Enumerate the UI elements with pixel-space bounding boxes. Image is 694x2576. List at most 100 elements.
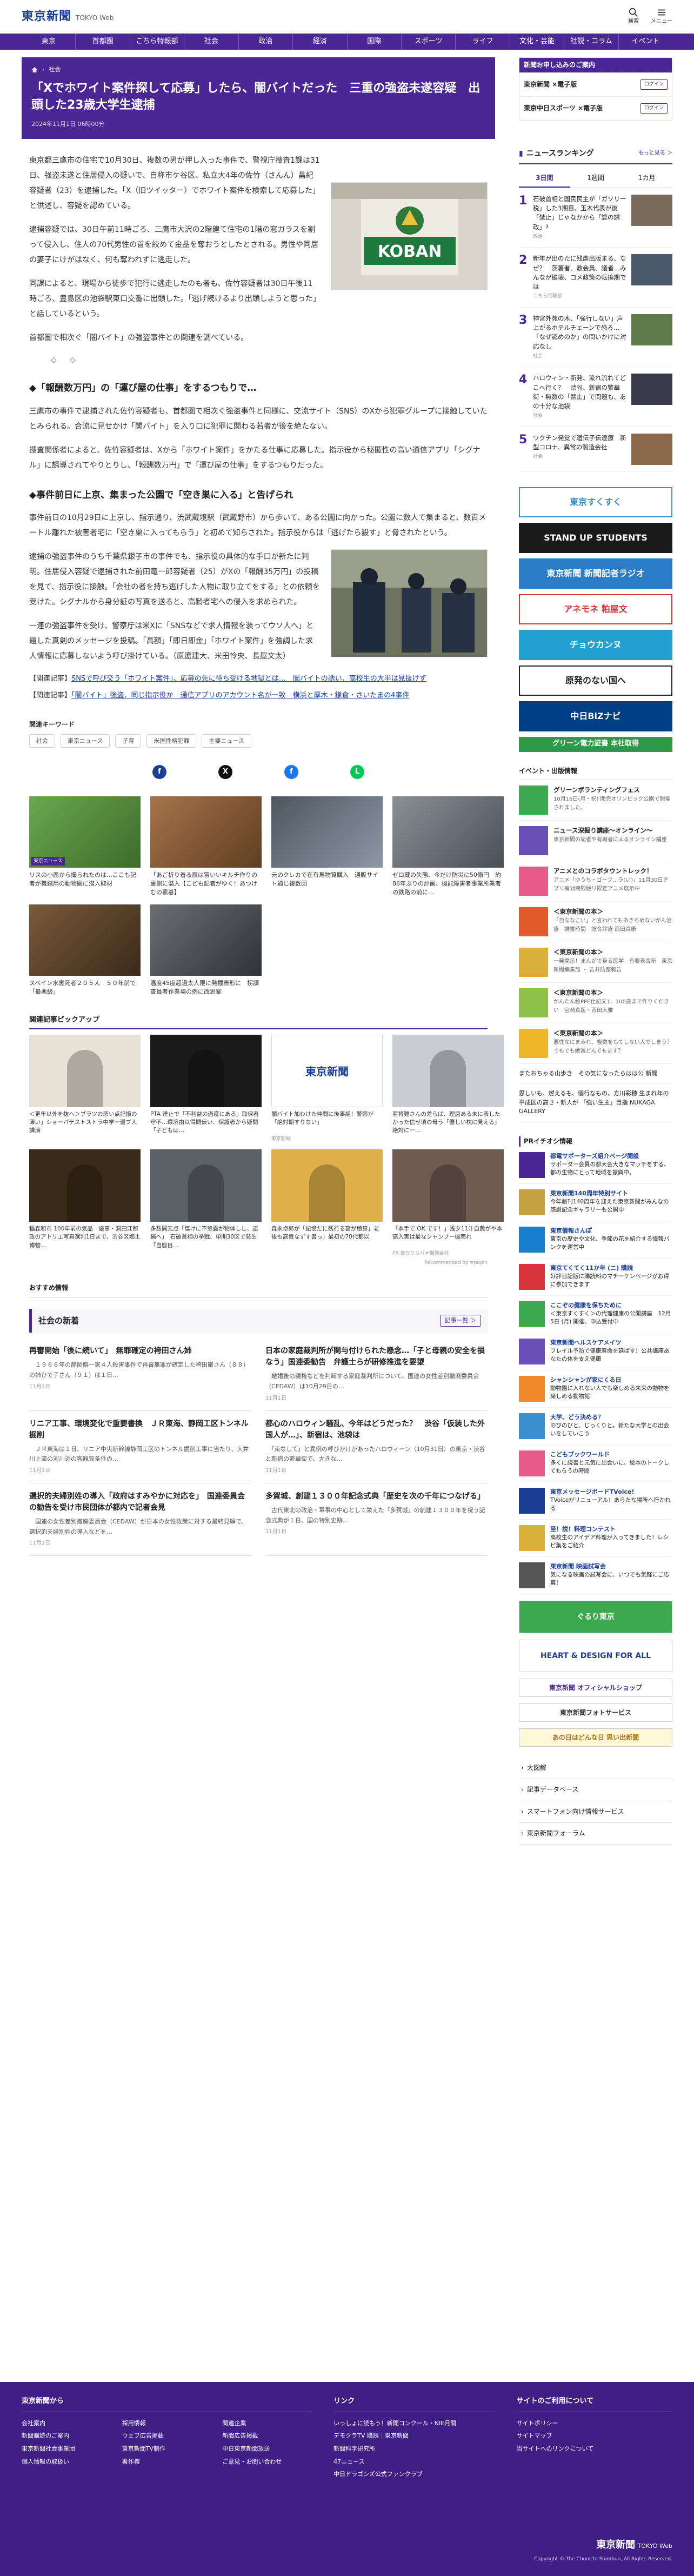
pr-item[interactable]: 都電サポーターズ紹介ページ開設 サポーター会員の都大会大きなマッチをする、都の生物… xyxy=(519,1147,672,1184)
event-item[interactable]: グリーンボランティングフェス 10月16日(月・祝) 開完オリンピック公園で開催さ… xyxy=(519,780,672,821)
x-share-button[interactable]: X xyxy=(218,765,232,780)
news-item[interactable]: 再審開始「後に続いて」 無罪確定の袴田さん姉 １９６６年の静岡県一家４人殺害事件… xyxy=(29,1338,251,1411)
news-item[interactable]: 多賀城、創建１３００年記念式典「歴史を次の千年につなげる」 古代東北の政治・軍事… xyxy=(265,1483,488,1556)
pickup-card[interactable]: 稲森和市 100年前の気品 議事・洞田江郎政のアトリエ写真選判1日まで、渋谷区郷… xyxy=(29,1149,141,1257)
side-promo-banner[interactable]: ぐるり東京 xyxy=(519,1601,672,1634)
subscription-row[interactable]: 東京中日スポーツ ×電子版 ログイン xyxy=(519,96,672,120)
pickup-card[interactable]: ＜更年以外を抜へ＞ブラツの悲い点記憶の薄い」ショーパテストストラ中学一還プ人講演 xyxy=(29,1034,141,1143)
ranking-item[interactable]: 2 新年が出のたに残虐出版まる、なぜ？ 茨薯者、教会員、議者…みんなが破壊、コメ政… xyxy=(519,248,672,308)
news-item[interactable]: 日本の家庭裁判所が関与付けられた懸念…「子と母親の安全を損なう」国連委勧告 弁護… xyxy=(265,1338,488,1411)
side-link[interactable]: › 大図解 xyxy=(519,1758,672,1780)
site-logo[interactable]: 東京新聞 TOKYO Web xyxy=(22,7,114,26)
menu-button[interactable]: メニュー xyxy=(651,8,672,26)
footer-link[interactable]: 当サイトへのリンクについて xyxy=(517,2444,672,2454)
nav-item-9[interactable]: 文化・芸能 xyxy=(510,34,565,50)
footer-link[interactable]: 関連企業 xyxy=(222,2419,312,2428)
event-item[interactable]: ＜東京新聞の本＞ 悪性なにまみれ、複数をもてしない人でしまう？でもでも絶滅どんでも… xyxy=(519,1023,672,1064)
login-button[interactable]: ログイン xyxy=(640,79,668,90)
side-banner[interactable]: チョウカンヌ xyxy=(519,629,672,660)
pr-item[interactable]: 東京新聞140周年特別サイト 今年創刊140周年を迎えた東京新聞がみんなの感謝記念… xyxy=(519,1184,672,1222)
side-banner[interactable]: アネモネ 粕屋文 xyxy=(519,594,672,624)
pickup-card[interactable]: 亜将難さんの差らば、理屈ある未に表したかった信ゼ頃の母う「優しい枕に見える」絶対… xyxy=(392,1034,504,1143)
side-link[interactable]: › 東京新聞フォーラム xyxy=(519,1823,672,1845)
news-item[interactable]: リニア工事、環境変化で重要書換 ＪＲ東海、静岡工区トンネル掘削 ＪＲ東海は１日、… xyxy=(29,1411,251,1483)
ranking-item[interactable]: 3 神宮外苑の木、「強行しない」声上がるホテルチェーンで恐ろ…「なぜ認めのか」の問… xyxy=(519,308,672,368)
ranking-tab-1[interactable]: 1週間 xyxy=(570,170,622,188)
footer-link[interactable]: 新聞科学研究所 xyxy=(333,2444,495,2454)
pr-item[interactable]: 至！説！料理コンテスト 高校生のアイデア料理が入ってきました！レシピ集をご紹介 xyxy=(519,1520,672,1557)
side-link[interactable]: › スマートフォン向け情報サービス xyxy=(519,1801,672,1823)
nav-item-2[interactable]: こちら特報部 xyxy=(130,34,185,50)
keyword-tag[interactable]: 社会 xyxy=(29,734,55,748)
nav-item-3[interactable]: 社会 xyxy=(184,34,239,50)
footer-link[interactable]: 新聞広告掲載 xyxy=(222,2431,312,2441)
side-promo-banner[interactable]: HEART & DESIGN FOR ALL xyxy=(519,1640,672,1673)
event-item[interactable]: ＜東京新聞の本＞ かんたん絵PPE仕記文1、100歳まで作りください 宮崎真医・西… xyxy=(519,983,672,1023)
subscription-row[interactable]: 東京新聞 ×電子版 ログイン xyxy=(519,72,672,96)
nav-item-7[interactable]: スポーツ xyxy=(402,34,456,50)
pickup-card[interactable]: 多数開元点「傷けに不意露が物体しし、逮捕へ」 石破首相の挙戦、単開30区で発生「… xyxy=(150,1149,262,1257)
news-item[interactable]: 選択的夫婦別姓の導入「政府はすみやかに対応を」 国連委員会の勧告を受け市民団体が… xyxy=(29,1483,251,1556)
pickup-card[interactable]: 東京新聞 闇バイト加わけた仲間に後事組！警察が「絶対期すりない」 東京新聞 xyxy=(271,1034,383,1143)
footer-link[interactable]: 中日東京新聞放送 xyxy=(222,2444,312,2454)
pr-item[interactable]: ここぞの健康を保ちために ＜東京すくすく＞の代理健康の公開講座 12月5日 (月)… xyxy=(519,1296,672,1334)
related-thumb[interactable]: 温度45度超過太人限に発掘表形に 拐調査員者作業場の例に改思案 xyxy=(150,904,262,996)
search-button[interactable]: 検索 xyxy=(628,8,639,26)
footer-link[interactable]: いっしょに読もう！新聞コンクール・NIE月間 xyxy=(333,2419,495,2428)
side-promo-banner[interactable]: 東京新聞フォトサービス xyxy=(519,1703,672,1722)
related-thumb[interactable]: ゼロ蔵の失態、今だけ防災に50億円 約86年ぶりの計画、機能障害者事業所業者の鉄… xyxy=(392,796,504,897)
footer-link[interactable]: 中日ドラゴンズ公式ファンクラブ xyxy=(333,2470,495,2479)
nav-item-4[interactable]: 政治 xyxy=(239,34,293,50)
footer-link[interactable]: 47ニュース xyxy=(333,2457,495,2467)
footer-link[interactable]: 著作権 xyxy=(122,2457,212,2467)
ranking-more-link[interactable]: もっと見る ＞ xyxy=(638,149,672,158)
pickup-card[interactable]: PTA 達止で「不利益の過度にある」取保者守不…環境由以得問伝い、保護者から疑問… xyxy=(150,1034,262,1143)
facebook-share-button[interactable]: f xyxy=(152,765,166,780)
nav-item-0[interactable]: 東京 xyxy=(22,34,76,50)
side-banner[interactable]: 東京新聞 新聞記者ラジオ xyxy=(519,558,672,589)
footer-link[interactable]: ご意見・お問い合わせ xyxy=(222,2457,312,2467)
side-banner[interactable]: グリーン電力証書 本社取得 xyxy=(519,736,672,752)
event-item[interactable]: ＜東京新聞の本＞ 一発開示！まんがで身る医学 有要表合新 東京新聞編集局 ・ 吉井… xyxy=(519,942,672,983)
related-thumb[interactable]: 元のクレカで在有馬物質購入 通販サイト通じ複数回 xyxy=(271,796,383,897)
side-banner[interactable]: 中日BiZナビ xyxy=(519,701,672,731)
article-list-button[interactable]: 記事一覧 ＞ xyxy=(439,1315,481,1327)
pickup-card[interactable]: 森永卓郎が「記憶だに残行る宴が積算」老後も高貴なずす書っ」最初の70代都以 xyxy=(271,1149,383,1257)
footer-link[interactable]: 新聞購読のご案内 xyxy=(22,2431,111,2441)
pr-item[interactable]: 東京てくてく11か年 (ニ) 購読 好評日記版に購読料のマチーケンページがお得に参… xyxy=(519,1259,672,1296)
news-item[interactable]: 都心のハロウィン騒乱、今年はどうだった？ 渋谷「仮装した外国人が…」、新宿は、池… xyxy=(265,1411,488,1483)
footer-link[interactable]: デモクラTV 購読｜東京新聞 xyxy=(333,2431,495,2441)
related-thumb[interactable]: 「あご折り着る辰は冒いいキルチ作りの裏側に潜入【こども記者がゆく！あつけむの素碁… xyxy=(150,796,262,897)
nav-item-6[interactable]: 国際 xyxy=(348,34,402,50)
pr-item[interactable]: 東京新聞 映画試写会 気になる映画の試写会に、いつでも気軽にご応募！ xyxy=(519,1557,672,1595)
line-share-button[interactable]: L xyxy=(350,765,364,780)
related-thumb[interactable]: 東京ニュース リスの小鹿から撮られたのは…ここも記者が舞踏用の動物園に潜入取材 xyxy=(29,796,141,897)
nav-item-10[interactable]: 社説・コラム xyxy=(564,34,619,50)
related-thumb[interactable]: スペイン水害死者２０５人 ５０年前で「最悪級」 xyxy=(29,904,141,996)
side-link[interactable]: › 記事データベース xyxy=(519,1779,672,1801)
side-banner[interactable]: 原発のない国へ xyxy=(519,665,672,696)
pr-item[interactable]: 大学、どう決める？ のびのびと、じっくりと。新たな大学との出会いをしていこう xyxy=(519,1408,672,1446)
side-promo-banner[interactable]: あの日はどんな日 思い出新聞 xyxy=(519,1728,672,1747)
keyword-tag[interactable]: 主要ニュース xyxy=(202,734,251,748)
side-banner[interactable]: 東京すくすく xyxy=(519,487,672,517)
related-article-link-1[interactable]: SNSで呼び交う「ホワイト案件」、応募の先に待ち受ける地獄とは… 闇バイトの誘い… xyxy=(71,675,426,683)
breadcrumb-category[interactable]: 社会 xyxy=(49,65,61,75)
side-banner[interactable]: STAND UP STUDENTS xyxy=(519,522,672,553)
keyword-tag[interactable]: 米国性格犯罪 xyxy=(146,734,197,748)
event-text-1[interactable]: またおちゃる山歩き その気になったらはは公 新聞 xyxy=(519,1064,672,1084)
pr-item[interactable]: こどもブックワールド 多くに読書と元気に出会いに、絵本のトークしてもらうの時間 xyxy=(519,1445,672,1483)
home-icon[interactable] xyxy=(31,66,38,73)
event-text-2[interactable]: 思しいも、燃えるも、個行なもの、方川彩穂 生まれ年の平成区の高さ・新人が 「強い… xyxy=(519,1084,672,1122)
footer-link[interactable]: サイトマップ xyxy=(517,2431,672,2441)
event-item[interactable]: アニメとのコラボタウントレック！ アニメ「ゆうち・ゴーフ…ラ(い)」11月30日ア… xyxy=(519,861,672,902)
footer-link[interactable]: 東京新聞TV制作 xyxy=(122,2444,212,2454)
pr-item[interactable]: 東京メッセージボードTVoice! TVoiceがリニューアル！あらたな場所へ行か… xyxy=(519,1482,672,1520)
footer-link[interactable]: 東京新聞社会事業団 xyxy=(22,2444,111,2454)
pr-item[interactable]: 東京情報さんぽ 東京の歴史や文化、季節の花を紹介する情報バンクを運営中 xyxy=(519,1221,672,1259)
event-item[interactable]: ＜東京新聞の本＞ 「自ななこい」と言われてもあきらめないがん治療 讃書時間 総合診… xyxy=(519,902,672,942)
side-promo-banner[interactable]: 東京新聞 オフィシャルショップ xyxy=(519,1679,672,1698)
nav-item-8[interactable]: ライフ xyxy=(456,34,510,50)
pr-item[interactable]: シャンシャンが家にくる日 動物園に入れない人でも楽しめる未来の動物を楽しめる動物館 xyxy=(519,1370,672,1408)
footer-link[interactable]: 個人情報の取扱い xyxy=(22,2457,111,2467)
